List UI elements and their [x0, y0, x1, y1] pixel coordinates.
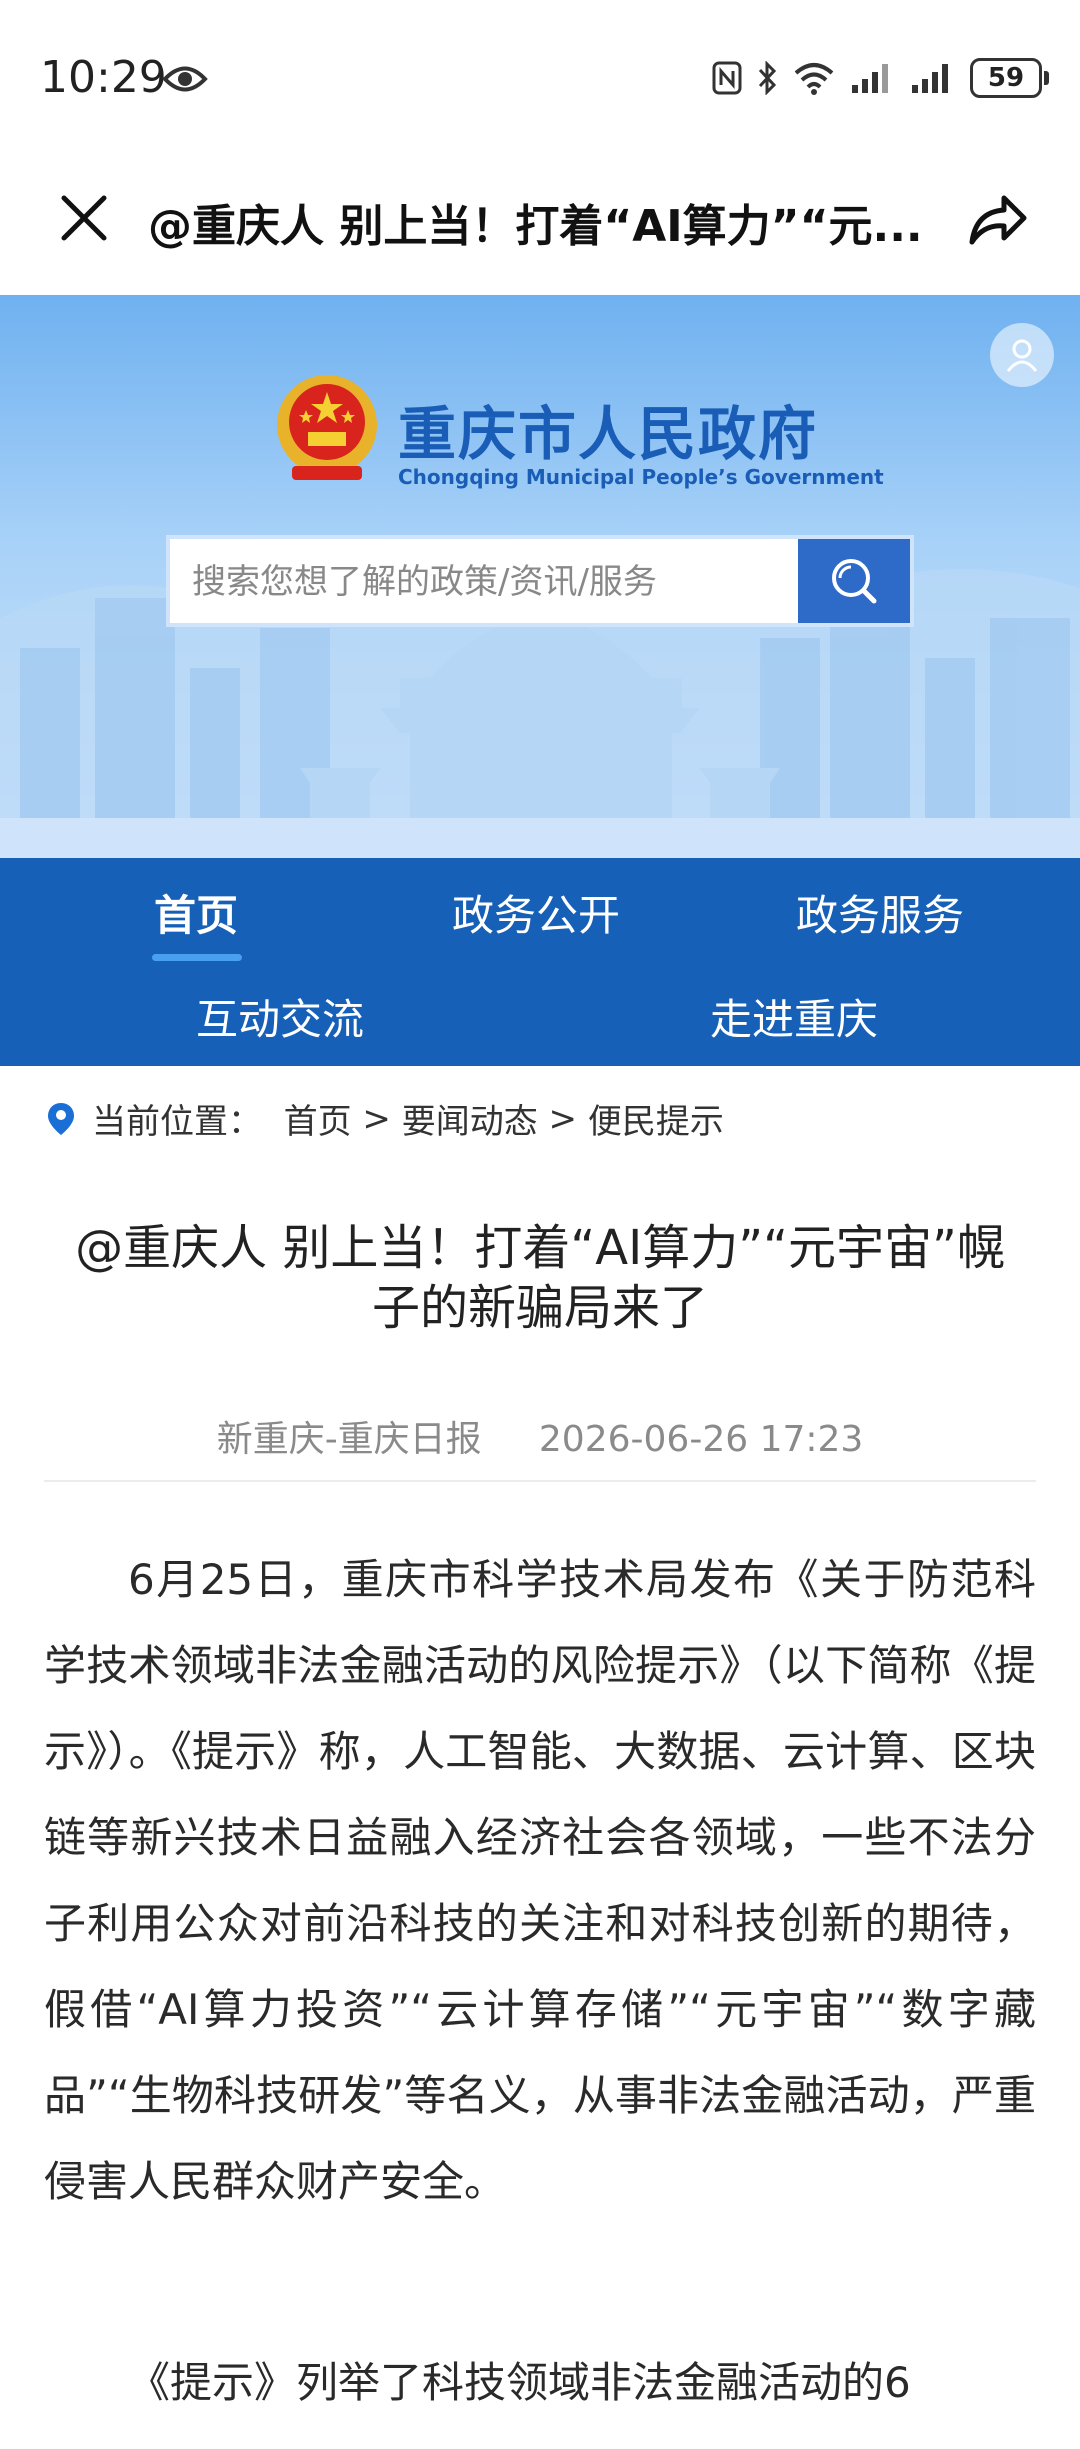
- breadcrumb-link-news[interactable]: 要闻动态: [402, 1094, 538, 1143]
- article-source: 新重庆-重庆日报: [216, 1419, 482, 1460]
- nav-item-gov-services[interactable]: 政务服务: [796, 882, 964, 943]
- search-input[interactable]: [170, 539, 824, 625]
- nfc-icon: [712, 61, 742, 95]
- signal-icon-2: [912, 64, 948, 93]
- search-icon: [832, 559, 877, 604]
- article-meta: 新重庆-重庆日报 2026-06-26 17:23: [0, 1410, 1080, 1462]
- signal-icon: [852, 64, 888, 93]
- main-nav: 首页 政务公开 政务服务 互动交流 走进重庆: [0, 858, 1080, 1066]
- user-icon: [1006, 339, 1038, 372]
- browser-title-bar: @重庆人 别上当！打着“AI算力”“元...: [0, 160, 1080, 295]
- site-name: 重庆市人民政府: [398, 400, 819, 468]
- search-button[interactable]: [798, 539, 910, 623]
- national-emblem-logo: [277, 375, 377, 480]
- wifi-icon: [794, 63, 834, 95]
- breadcrumb: 当前位置： 首页 > 要闻动态 > 便民提示: [46, 1094, 724, 1143]
- bluetooth-icon: [758, 61, 777, 95]
- location-pin-icon: [48, 1102, 74, 1135]
- battery-icon: 59: [970, 58, 1049, 98]
- nav-item-about-chongqing[interactable]: 走进重庆: [710, 986, 878, 1047]
- nav-item-home[interactable]: 首页: [154, 882, 238, 943]
- status-time: 10:29: [40, 52, 167, 103]
- eye-icon: [162, 66, 208, 92]
- site-search: [166, 535, 914, 627]
- article-paragraph: 6月25日，重庆市科学技术局发布《关于防范科学技术领域非法金融活动的风险提示》（…: [44, 1555, 1036, 2206]
- breadcrumb-link-tips[interactable]: 便民提示: [588, 1094, 724, 1143]
- divider: [44, 1480, 1036, 1482]
- article-paragraph: 《提示》列举了科技领域非法金融活动的6: [128, 2358, 911, 2407]
- user-login-button[interactable]: [990, 323, 1054, 387]
- breadcrumb-label: 当前位置：: [92, 1102, 262, 1142]
- page-title: @重庆人 别上当！打着“AI算力”“元...: [148, 201, 923, 252]
- site-name-en: Chongqing Municipal People’s Government: [398, 465, 884, 489]
- nav-item-interaction[interactable]: 互动交流: [196, 986, 364, 1047]
- share-icon[interactable]: [964, 186, 1030, 252]
- site-banner: 重庆市人民政府 Chongqing Municipal People’s Gov…: [0, 295, 1080, 858]
- status-bar: 10:29 59: [0, 0, 1080, 160]
- close-icon[interactable]: [54, 188, 114, 248]
- breadcrumb-link-home[interactable]: 首页: [284, 1094, 352, 1143]
- nav-item-gov-affairs-public[interactable]: 政务公开: [452, 882, 620, 943]
- nav-active-indicator: [152, 954, 242, 961]
- article-headline: @重庆人 别上当！打着“AI算力”“元宇宙”幌子的新骗局来了: [75, 1220, 1005, 1336]
- article-datetime: 2026-06-26 17:23: [538, 1419, 864, 1460]
